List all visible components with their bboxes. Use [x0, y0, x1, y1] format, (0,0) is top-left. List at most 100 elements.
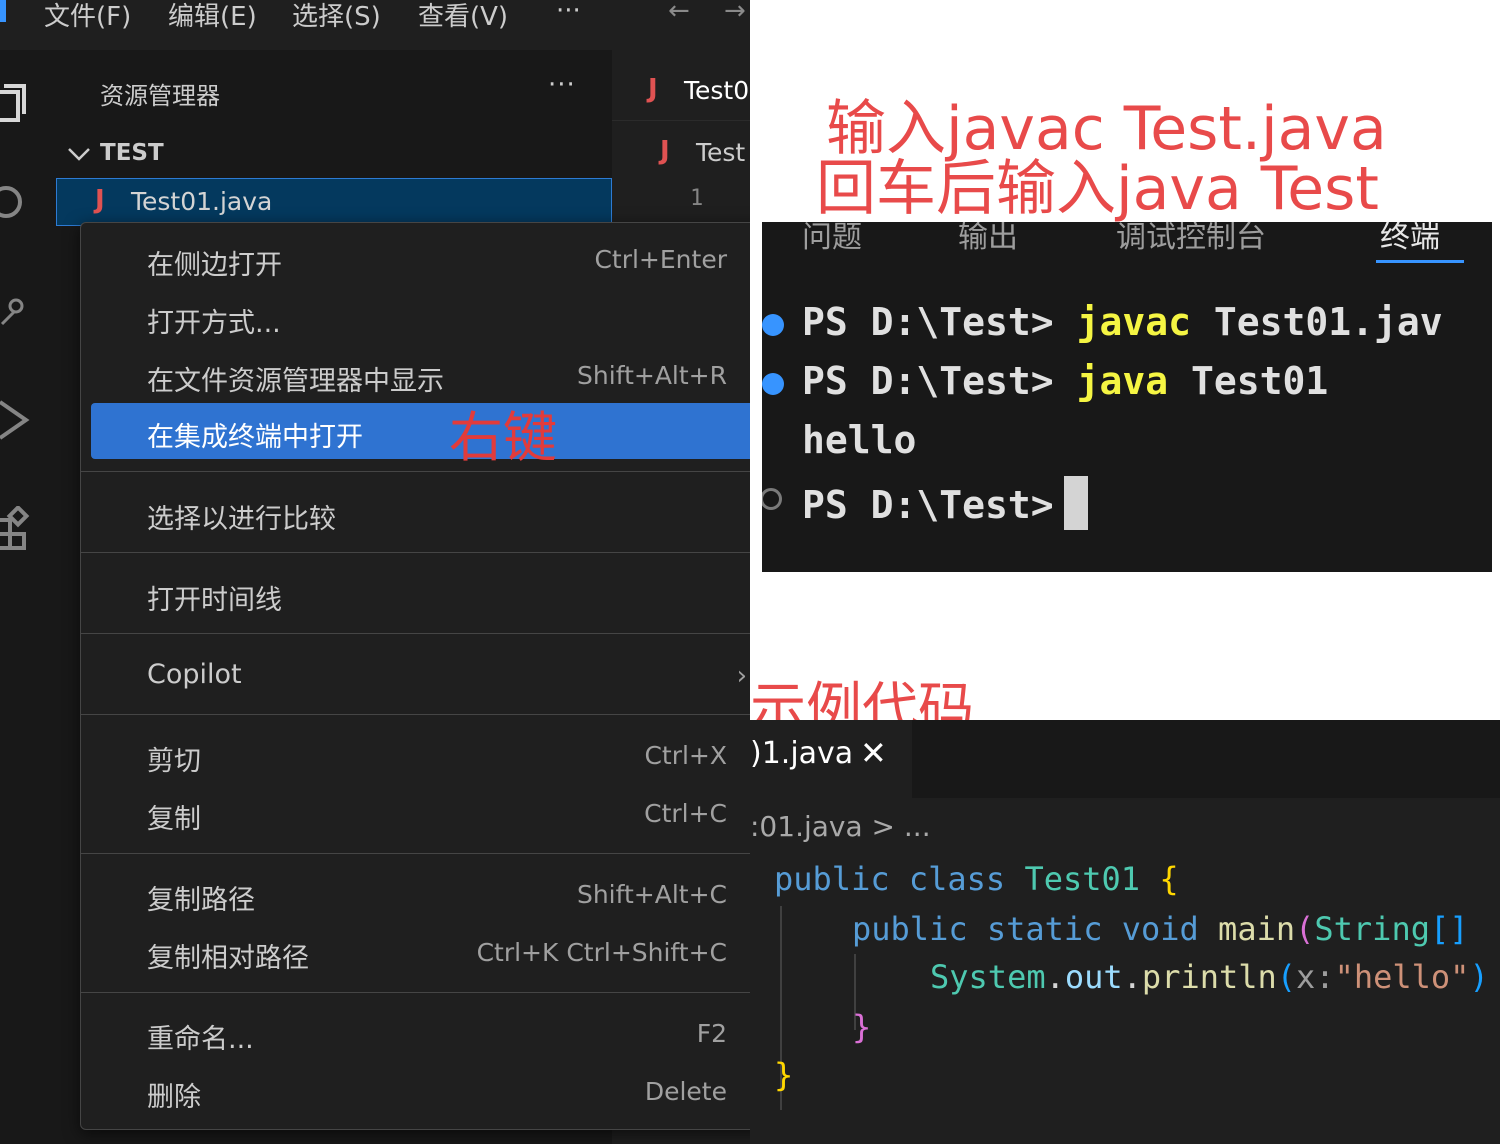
ctx-copy[interactable]: 复制 Ctrl+C: [91, 785, 750, 841]
annotation-right-click: 右键: [449, 406, 557, 469]
code-method: println: [1141, 958, 1277, 996]
panel-tab-output[interactable]: 输出: [958, 222, 1018, 256]
ctx-shortcut: F2: [696, 1019, 727, 1048]
ctx-label: 在文件资源管理器中显示: [147, 366, 444, 397]
explorer-icon[interactable]: [0, 80, 28, 130]
code-param-hint: x:: [1296, 958, 1335, 996]
ctx-select-for-compare[interactable]: 选择以进行比较: [91, 485, 750, 541]
explorer-title: 资源管理器: [100, 82, 220, 110]
chevron-right-icon: ›: [736, 661, 747, 691]
ctx-label: 选择以进行比较: [147, 504, 336, 535]
annotation-step2: 回车后输入java Test: [816, 154, 1379, 224]
ctx-label: 剪切: [147, 746, 201, 777]
nav-forward-icon[interactable]: →: [724, 0, 746, 26]
menu-view[interactable]: 查看(V): [418, 0, 508, 33]
ctx-copy-path[interactable]: 复制路径 Shift+Alt+C: [91, 866, 750, 922]
terminal-prompt: PS D:\Test>: [802, 300, 1054, 344]
ctx-shortcut: Ctrl+X: [644, 741, 727, 770]
ctx-label: 重命名...: [147, 1024, 254, 1055]
ctx-rename[interactable]: 重命名... F2: [91, 1005, 750, 1061]
ctx-open-timeline[interactable]: 打开时间线: [91, 566, 750, 622]
terminal-command: javac: [1076, 300, 1191, 344]
active-tab-indicator: [1376, 260, 1464, 263]
ctx-shortcut: Shift+Alt+R: [577, 361, 727, 390]
terminal-argument: Test01: [1190, 359, 1329, 403]
code-string: "hello": [1334, 958, 1470, 996]
code-tab-bar: )1.java ✕: [750, 720, 1500, 798]
code-field: out: [1064, 958, 1123, 996]
terminal-line-4[interactable]: PS D:\Test>: [802, 476, 1088, 530]
editor-breadcrumb[interactable]: Test: [696, 138, 745, 167]
code-keyword: public: [774, 860, 890, 898]
context-menu: 在侧边打开 Ctrl+Enter 打开方式... 在文件资源管理器中显示 Shi…: [80, 222, 750, 1130]
command-pending-icon: [762, 488, 782, 510]
ctx-copilot[interactable]: Copilot ›: [91, 647, 750, 703]
menu-more[interactable]: ···: [556, 0, 581, 26]
extensions-icon[interactable]: [0, 506, 32, 556]
code-line-2: public static void main(String[]: [852, 910, 1469, 948]
code-tab-label: )1.java: [750, 736, 854, 771]
code-keyword: public: [852, 910, 968, 948]
code-keyword: static: [986, 910, 1103, 948]
terminal-output-text: hello: [802, 418, 917, 462]
close-icon[interactable]: ✕: [860, 734, 887, 772]
activity-bar: [0, 50, 57, 1144]
menu-file[interactable]: 文件(F): [44, 0, 131, 33]
code-method: main: [1218, 910, 1296, 948]
ctx-separator: [81, 633, 750, 634]
editor-tab-label: Test0: [684, 76, 750, 105]
ctx-open-to-side[interactable]: 在侧边打开 Ctrl+Enter: [91, 231, 750, 287]
menu-edit[interactable]: 编辑(E): [168, 0, 257, 33]
code-line-1: public class Test01 {: [774, 860, 1179, 898]
ctx-cut[interactable]: 剪切 Ctrl+X: [91, 727, 750, 783]
editor-tab[interactable]: J Test0: [612, 50, 750, 121]
code-brackets: []: [1429, 910, 1469, 948]
ctx-label: 删除: [147, 1082, 201, 1113]
panel-tab-debug-console[interactable]: 调试控制台: [1116, 222, 1266, 256]
search-icon[interactable]: [0, 182, 32, 226]
ctx-separator: [81, 552, 750, 553]
ctx-shortcut: Ctrl+K Ctrl+Shift+C: [476, 938, 727, 967]
ctx-label: 复制相对路径: [147, 943, 309, 974]
ctx-delete[interactable]: 删除 Delete: [91, 1063, 750, 1119]
terminal-cursor: [1063, 476, 1088, 530]
terminal-output: hello: [802, 418, 916, 462]
file-row-test01[interactable]: J Test01.java: [56, 178, 612, 226]
ctx-separator: [81, 471, 750, 472]
menu-bar: 文件(F) 编辑(E) 选择(S) 查看(V) ··· ← →: [0, 0, 750, 50]
explorer-more-icon[interactable]: ···: [548, 70, 576, 100]
ctx-open-in-terminal[interactable]: 在集成终端中打开 右键: [91, 403, 750, 469]
folder-name: TEST: [100, 140, 164, 166]
panel-tab-problems[interactable]: 问题: [802, 222, 862, 256]
java-file-icon: J: [95, 185, 105, 215]
source-control-icon[interactable]: [0, 296, 28, 330]
code-editor-tab[interactable]: )1.java ✕: [750, 720, 912, 798]
ctx-label: 复制路径: [147, 885, 255, 916]
ctx-shortcut: Delete: [644, 1077, 727, 1106]
nav-back-icon[interactable]: ←: [668, 0, 690, 26]
ctx-label: 在集成终端中打开: [147, 422, 363, 453]
code-class-name: Test01: [1024, 860, 1141, 898]
code-breadcrumb[interactable]: :01.java > ...: [750, 810, 931, 843]
code-paren: ): [1469, 958, 1489, 996]
ctx-separator: [81, 714, 750, 715]
ctx-reveal-in-explorer[interactable]: 在文件资源管理器中显示 Shift+Alt+R: [91, 347, 750, 403]
terminal-prompt: PS D:\Test>: [802, 483, 1054, 527]
menu-selection[interactable]: 选择(S): [292, 0, 381, 33]
ctx-label: 复制: [147, 804, 201, 835]
ctx-shortcut: Ctrl+C: [644, 799, 727, 828]
terminal-prompt: PS D:\Test>: [802, 359, 1054, 403]
ctx-open-with[interactable]: 打开方式...: [91, 289, 750, 345]
ctx-shortcut: Ctrl+Enter: [594, 245, 727, 274]
ctx-label: 打开时间线: [147, 585, 282, 616]
terminal-argument: Test01.jav: [1213, 300, 1443, 344]
ctx-label: 在侧边打开: [147, 250, 282, 281]
code-line-3: System.out.println(x:"hello"): [930, 958, 1489, 996]
file-name: Test01.java: [131, 187, 273, 216]
ctx-label: 打开方式...: [147, 308, 281, 339]
panel-tab-terminal[interactable]: 终端: [1380, 222, 1440, 256]
ctx-copy-relative-path[interactable]: 复制相对路径 Ctrl+K Ctrl+Shift+C: [91, 924, 750, 980]
folder-row[interactable]: TEST: [56, 136, 612, 172]
run-debug-icon[interactable]: [0, 396, 34, 446]
code-editor: )1.java ✕ :01.java > ... public class Te…: [750, 720, 1500, 1144]
